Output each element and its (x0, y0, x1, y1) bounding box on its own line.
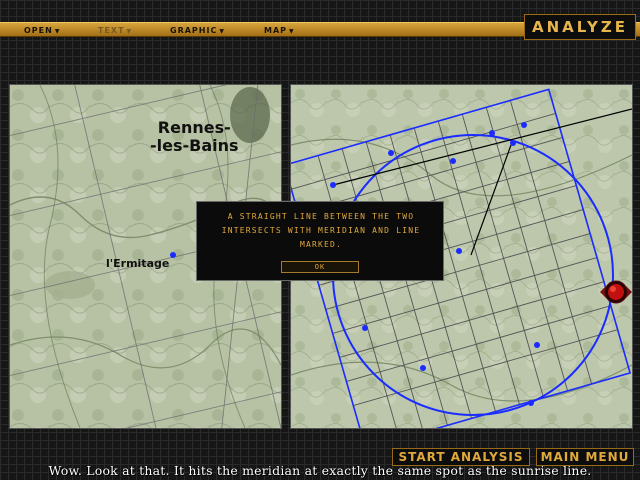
menu-map[interactable]: MAP ▼ (264, 25, 295, 36)
caret-down-icon: ▼ (54, 28, 61, 35)
ok-button[interactable]: OK (281, 261, 359, 273)
subtitle-text: Wow. Look at that. It hits the meridian … (48, 463, 592, 478)
caret-down-icon: ▼ (219, 28, 225, 35)
ermitage-label: l'Ermitage (106, 257, 170, 270)
menu-graphic[interactable]: GRAPHIC ▼ (170, 25, 225, 36)
dialog-message: A straight line between the two intersec… (221, 212, 421, 249)
caret-down-icon: ▼ (126, 28, 133, 35)
page-title: ANALYZE (524, 14, 636, 40)
ermitage-marker (170, 252, 176, 258)
message-dialog: A straight line between the two intersec… (196, 201, 444, 281)
red-knob-icon[interactable] (600, 278, 632, 306)
caret-down-icon: ▼ (289, 28, 295, 35)
menu-text[interactable]: TEXT ▼ (98, 25, 132, 36)
town-label: Rennes- -les-Bains (150, 118, 239, 155)
menu-open[interactable]: OPEN ▼ (24, 25, 60, 36)
